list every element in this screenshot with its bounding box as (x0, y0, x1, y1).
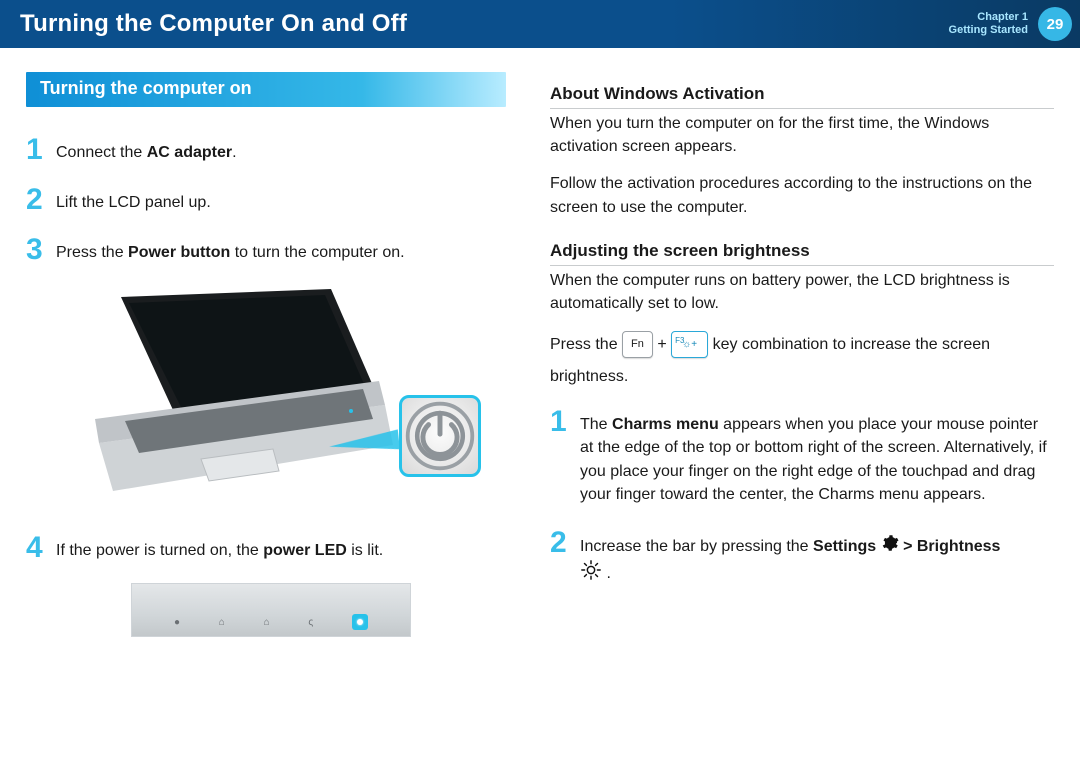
text-bold: Power button (128, 244, 230, 261)
step-number: 3 (26, 235, 46, 265)
text: > (903, 538, 917, 555)
header-right: Chapter 1 Getting Started 29 (949, 7, 1072, 41)
step-2: 2 Lift the LCD panel up. (26, 185, 516, 215)
text: . (232, 144, 236, 161)
indicator-icon: ● (174, 617, 180, 628)
text: The (580, 416, 612, 433)
step-text: Increase the bar by pressing the Setting… (580, 528, 1000, 588)
step-text: Connect the AC adapter. (56, 135, 237, 164)
text-bold: AC adapter (147, 144, 232, 161)
step-1: 1 Connect the AC adapter. (26, 135, 516, 165)
text: brightness. (550, 368, 628, 385)
fn-key-icon: Fn (622, 331, 653, 358)
text: . (606, 565, 610, 582)
paragraph: When the computer runs on battery power,… (550, 269, 1054, 315)
subheading-brightness: Adjusting the screen brightness (550, 241, 1054, 266)
brightness-steps: 1 The Charms menu appears when you place… (550, 407, 1054, 588)
page-title: Turning the Computer On and Off (20, 10, 949, 38)
section-banner: Turning the computer on (26, 72, 506, 107)
page-number-badge: 29 (1038, 7, 1072, 41)
text-bold: Settings (813, 538, 876, 555)
f3-brightness-key-icon: F3 ☼+ (671, 331, 708, 358)
gear-icon (881, 534, 899, 559)
step-number: 1 (550, 407, 570, 437)
step-text: The Charms menu appears when you place y… (580, 407, 1054, 506)
text: + (657, 336, 671, 353)
subheading-activation: About Windows Activation (550, 84, 1054, 109)
page-body: Turning the computer on 1 Connect the AC… (0, 48, 1080, 637)
wifi-icon: ς (308, 617, 313, 628)
text-bold: Brightness (917, 538, 1001, 555)
chapter-line2: Getting Started (949, 24, 1028, 37)
step-number: 1 (26, 135, 46, 165)
left-column: Turning the computer on 1 Connect the AC… (0, 72, 540, 637)
text: Connect the (56, 144, 147, 161)
chapter-line1: Chapter 1 (949, 11, 1028, 24)
right-column: About Windows Activation When you turn t… (540, 72, 1080, 637)
step-3: 3 Press the Power button to turn the com… (26, 235, 516, 265)
key-combo-paragraph: Press the Fn + F3 ☼+ key combination to … (550, 329, 1054, 393)
text: Increase the bar by pressing the (580, 538, 813, 555)
brightness-icon (580, 559, 602, 588)
text: is lit. (347, 542, 383, 559)
text-bold: power LED (263, 542, 347, 559)
led-row: ● ⌂ ⌂ ς (174, 614, 368, 630)
chapter-label: Chapter 1 Getting Started (949, 11, 1028, 37)
text: to turn the computer on. (230, 244, 404, 261)
power-icon (402, 398, 478, 474)
text-bold: Charms menu (612, 416, 719, 433)
paragraph: When you turn the computer on for the fi… (550, 112, 1054, 158)
power-button-callout (399, 395, 481, 477)
step-number: 2 (550, 528, 570, 558)
text: Press the (56, 244, 128, 261)
step-4: 4 If the power is turned on, the power L… (26, 533, 516, 563)
page-header: Turning the Computer On and Off Chapter … (0, 0, 1080, 48)
step-number: 2 (26, 185, 46, 215)
power-led-illustration: ● ⌂ ⌂ ς (131, 583, 411, 637)
step-text: If the power is turned on, the power LED… (56, 533, 383, 562)
brightness-step-1: 1 The Charms menu appears when you place… (550, 407, 1054, 506)
step-number: 4 (26, 533, 46, 563)
paragraph: Follow the activation procedures accordi… (550, 172, 1054, 218)
key-label: F3 (675, 333, 684, 349)
text: If the power is turned on, the (56, 542, 263, 559)
power-led-icon (352, 614, 368, 630)
text: key combination to increase the screen (713, 336, 990, 353)
step-text: Press the Power button to turn the compu… (56, 235, 405, 264)
step-text: Lift the LCD panel up. (56, 185, 211, 214)
text: Press the (550, 336, 622, 353)
lock-icon: ⌂ (264, 617, 270, 628)
lock-icon: ⌂ (219, 617, 225, 628)
laptop-illustration (61, 285, 481, 515)
brightness-step-2: 2 Increase the bar by pressing the Setti… (550, 528, 1054, 588)
